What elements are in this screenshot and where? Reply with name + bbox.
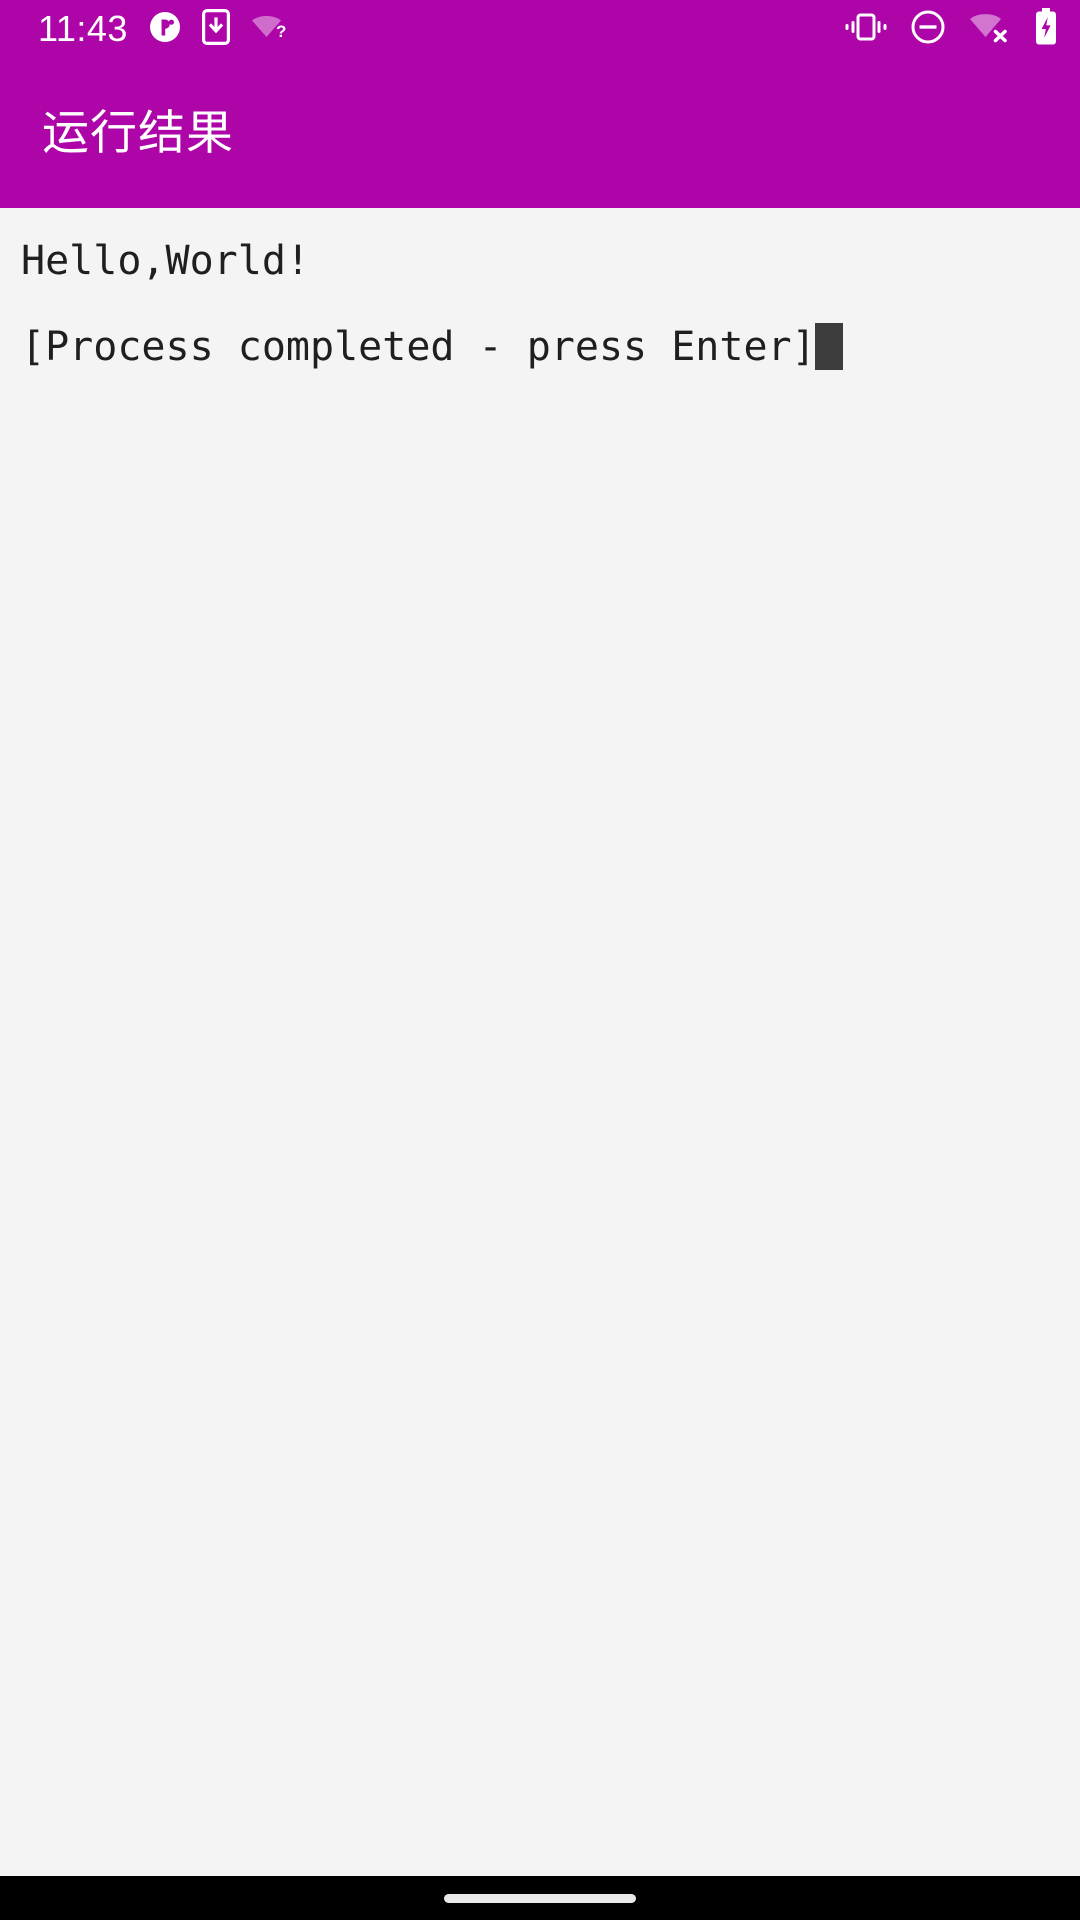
console-line: Hello,World! <box>21 241 1060 281</box>
terminal-cursor-block <box>814 323 843 370</box>
battery-charging-icon <box>1034 7 1058 51</box>
status-bar-left: 11:43 ? <box>38 8 292 50</box>
status-clock: 11:43 <box>38 8 128 49</box>
wifi-off-icon <box>968 9 1012 50</box>
phone-screen: 11:43 ? 运行结果 Hello,World! [Process compl… <box>0 0 1080 1920</box>
gesture-home-pill[interactable] <box>444 1893 636 1903</box>
svg-text:?: ? <box>276 22 286 41</box>
phone-download-icon <box>201 8 230 50</box>
console-line: [Process completed - press Enter] <box>21 323 1060 370</box>
vibrate-icon <box>844 10 888 49</box>
page-title: 运行结果 <box>42 106 234 160</box>
app-notification-icon <box>148 10 182 49</box>
do-not-disturb-icon <box>910 9 946 50</box>
console-line-text: Hello,World! <box>21 238 310 284</box>
status-bar-right <box>844 7 1058 51</box>
system-navigation-bar <box>0 1876 1080 1920</box>
wifi-unknown-icon: ? <box>250 10 292 49</box>
app-bar-title-row: 运行结果 <box>0 58 1080 208</box>
app-bar: 11:43 ? 运行结果 <box>0 0 1080 208</box>
console-output[interactable]: Hello,World! [Process completed - press … <box>0 208 1080 1876</box>
status-bar: 11:43 ? <box>0 0 1080 58</box>
console-line-text: [Process completed - press Enter] <box>21 323 816 370</box>
